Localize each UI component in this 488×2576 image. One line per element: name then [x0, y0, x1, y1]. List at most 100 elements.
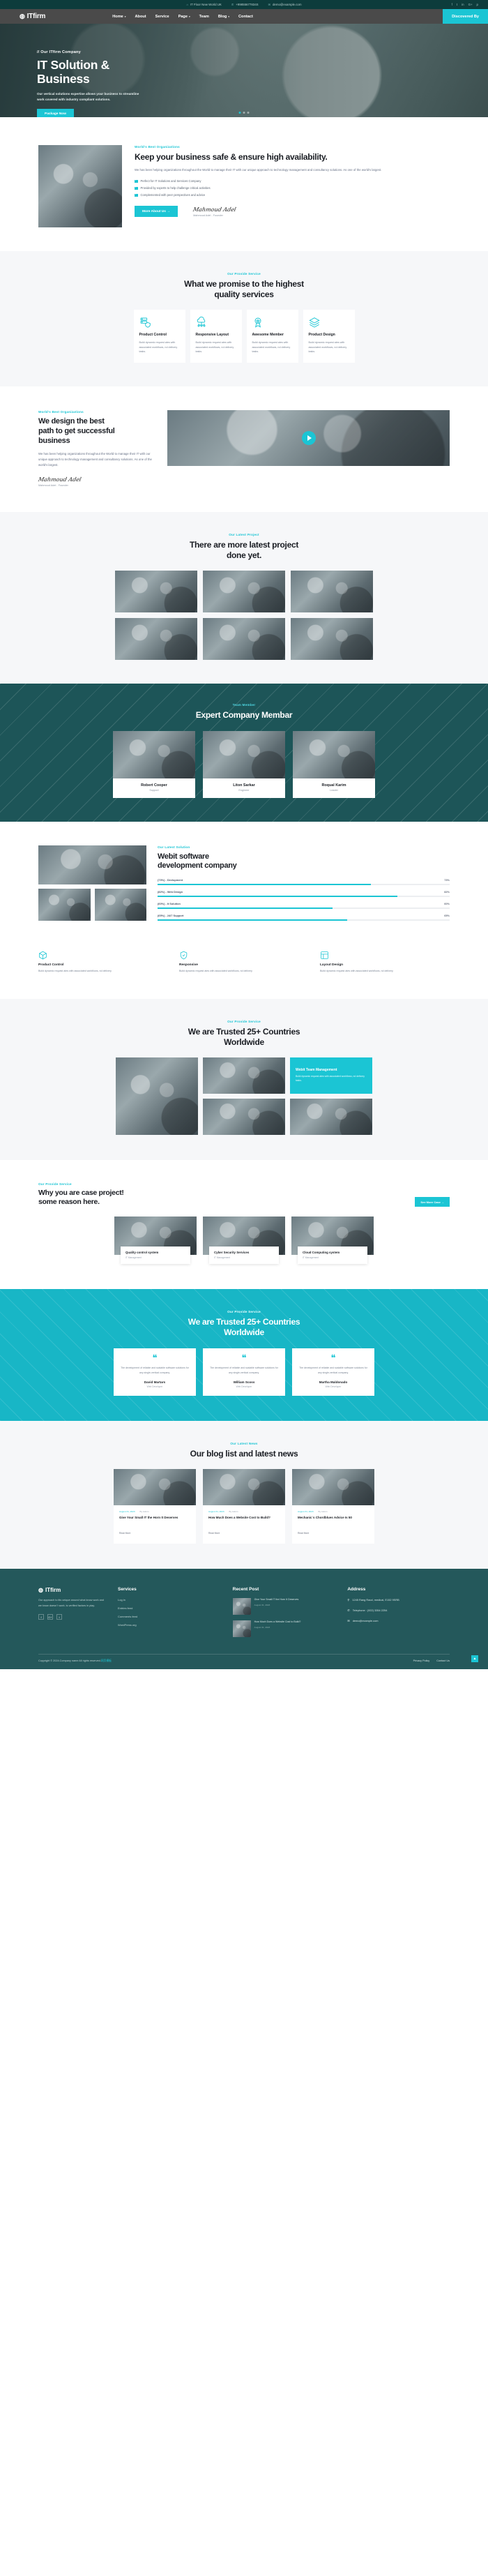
project-thumbnail[interactable]	[203, 570, 285, 612]
location-pin-icon: ⚲	[347, 1597, 350, 1602]
slider-dot-3[interactable]	[247, 112, 250, 114]
blog-read-more-link[interactable]: Read More	[208, 1532, 220, 1535]
skill-bar: (73%) - Devlopment 73%	[158, 878, 450, 886]
footer-telephone-row[interactable]: ✆ Telephone : (922) 3354 2254	[347, 1609, 450, 1613]
chevron-down-icon: ▾	[124, 15, 126, 18]
testimonials-section: Our Provide Service We are Trusted 25+ C…	[0, 1288, 488, 1421]
service-card[interactable]: Awesome Member Build dynamic request ate…	[246, 310, 298, 363]
footer-link-wordpress[interactable]: WordPress.org	[118, 1623, 220, 1627]
nav-item-home[interactable]: Home ▾	[112, 15, 125, 19]
team-member-card[interactable]: Roqual Karim Leader	[293, 730, 375, 798]
trusted-title-line1: We are Trusted 25+ Countries	[188, 1026, 300, 1037]
project-thumbnail[interactable]	[203, 617, 285, 660]
footer-privacy-policy-link[interactable]: Privacy Policy	[413, 1659, 430, 1662]
blog-post-image	[203, 1468, 285, 1505]
back-to-top-button[interactable]: ▲	[471, 1655, 478, 1662]
about-signature-block: Mahmoud Adel Mahmoud Adel - Founder	[192, 206, 236, 217]
case-card[interactable]: Quality control system IT Management	[114, 1217, 197, 1264]
topbar-phone[interactable]: ✆ +99855677834S	[231, 3, 259, 6]
check-label: Complemented with peer perspectives and …	[140, 193, 206, 197]
facebook-icon[interactable]: f	[38, 1614, 44, 1620]
footer-logo[interactable]: ◍ ITfirm	[38, 1587, 105, 1593]
blog-read-more-link[interactable]: Read More	[298, 1532, 309, 1535]
play-button-icon[interactable]	[301, 431, 316, 446]
case-subtitle: IT Management	[214, 1256, 231, 1259]
team-member-card[interactable]: Robert Cooper Support	[113, 730, 195, 798]
nav-item-contact[interactable]: Contact	[238, 15, 253, 19]
case-card[interactable]: Cyber Security Services IT Management	[203, 1217, 285, 1264]
project-thumbnail[interactable]	[115, 570, 197, 612]
blog-post-card[interactable]: August 31, 2023 By Admin How Much Does a …	[203, 1468, 285, 1544]
testimonial-quote: The development of reliable and scalable…	[121, 1366, 189, 1374]
nav-item-service[interactable]: Service	[155, 15, 169, 19]
googleplus-icon[interactable]: G+	[47, 1614, 53, 1620]
linkedin-icon[interactable]: in	[462, 3, 464, 6]
feature-text: Build dynamic request ates with associat…	[179, 970, 252, 973]
blog-read-more-link[interactable]: Read More	[119, 1532, 130, 1535]
slider-dot-1[interactable]	[238, 112, 241, 114]
hero-cta-button[interactable]: Package Now	[37, 108, 74, 117]
twitter-icon[interactable]: t	[56, 1614, 62, 1620]
check-icon	[135, 179, 138, 183]
footer-link-entries-feed[interactable]: Entries feed	[118, 1606, 220, 1610]
trusted-image	[203, 1098, 285, 1135]
case-card[interactable]: Cloud Computing system IT Management	[291, 1217, 374, 1264]
blog-post-date: August 31, 2023	[298, 1509, 314, 1513]
nav-item-blog[interactable]: Blog ▾	[218, 15, 229, 19]
quote-icon: ❝	[330, 1353, 336, 1364]
feature-card[interactable]: Product Control Build dynamic request at…	[38, 951, 168, 974]
service-card[interactable]: Product Design Build dynamic request ate…	[303, 310, 355, 363]
blog-post-body: August 31, 2023 By Admin Mechanic`s Chord…	[292, 1505, 374, 1544]
footer-recent-post[interactable]: How Much Does a Website Cost to Build? A…	[232, 1620, 335, 1637]
footer-recent-post-title: Give Your Small IT the Horn It Deserves	[254, 1597, 299, 1601]
nav-label: Page	[178, 14, 188, 19]
project-thumbnail[interactable]	[291, 617, 373, 660]
pinterest-icon[interactable]: p	[477, 3, 478, 6]
cases-kicker: Our Provide Service	[38, 1182, 72, 1186]
feature-card[interactable]: Responsive Build dynamic request ates wi…	[179, 951, 309, 974]
footer-recent-post[interactable]: Give Your Small IT the Horn It Deserves …	[232, 1597, 335, 1615]
blog-post-author: By Admin	[318, 1509, 328, 1513]
nav-item-about[interactable]: About	[135, 15, 146, 19]
blog-post-card[interactable]: August 31, 2023 By Admin Mechanic`s Chord…	[292, 1468, 374, 1544]
team-member-card[interactable]: Liton Sarkar Engineer	[203, 730, 285, 798]
googleplus-icon[interactable]: G+	[468, 3, 473, 6]
see-more-case-button[interactable]: See More Case →	[415, 1197, 450, 1207]
discovered-by-button[interactable]: Discovered By	[443, 9, 488, 24]
footer-email-row[interactable]: ✉ demo@example.com	[347, 1619, 450, 1624]
testimonial-role: Web Developer	[146, 1385, 163, 1388]
check-label: Perfect for IT Solutions and Services Co…	[140, 179, 201, 183]
trusted-accent-title: Webit Team Management	[296, 1068, 337, 1073]
topbar-email[interactable]: ✉ demo@example.com	[268, 3, 302, 6]
footer-contact-us-link[interactable]: Contact Us	[436, 1659, 450, 1662]
trusted-image	[203, 1057, 285, 1094]
blog-post-card[interactable]: August 31, 2023 By Admin Give Your Small …	[114, 1468, 196, 1544]
trusted-accent-card[interactable]: Webit Team Management Build dynamic requ…	[290, 1057, 372, 1094]
footer-copyright-link[interactable]: 网页模板	[101, 1659, 112, 1662]
testimonials-grid: ❝ The development of reliable and scalab…	[0, 1348, 488, 1396]
footer-link-login[interactable]: Log in	[118, 1598, 220, 1602]
skills-text: Our Latest Solution Webit software devel…	[158, 845, 450, 926]
footer-about-column: ◍ ITfirm Our approach to itis unique aro…	[38, 1587, 105, 1643]
feature-card[interactable]: Layout Design Build dynamic request ates…	[320, 951, 450, 974]
case-caption: Cloud Computing system IT Management	[298, 1246, 367, 1264]
service-card[interactable]: Responsive Layout Build dynamic request …	[190, 310, 242, 363]
about-check-list: Perfect for IT Solutions and Services Co…	[135, 179, 450, 197]
nav-item-page[interactable]: Page ▾	[178, 15, 190, 19]
footer-link-comments-feed[interactable]: Comments feed	[118, 1615, 220, 1618]
project-thumbnail[interactable]	[115, 617, 197, 660]
shield-icon	[180, 951, 188, 960]
design-video-thumbnail[interactable]	[167, 410, 450, 467]
site-logo[interactable]: ◍ ITfirm	[20, 13, 45, 20]
hero-banner: // Our ITfirm Company IT Solution & Busi…	[0, 24, 488, 117]
nav-item-team[interactable]: Team	[199, 15, 209, 19]
about-title: Keep your business safe & ensure high av…	[135, 152, 328, 162]
testimonials-kicker: Our Provide Service	[227, 1309, 261, 1313]
service-card[interactable]: Product Control Build dynamic request at…	[133, 310, 185, 363]
more-about-us-button[interactable]: More About Us →	[135, 206, 178, 218]
service-card-text: Build dynamic request ates with associat…	[252, 340, 291, 354]
blog-post-meta: August 31, 2023 By Admin	[119, 1510, 190, 1513]
hero-slider-dots[interactable]	[238, 112, 250, 114]
project-thumbnail[interactable]	[291, 570, 373, 612]
slider-dot-2[interactable]	[243, 112, 245, 114]
